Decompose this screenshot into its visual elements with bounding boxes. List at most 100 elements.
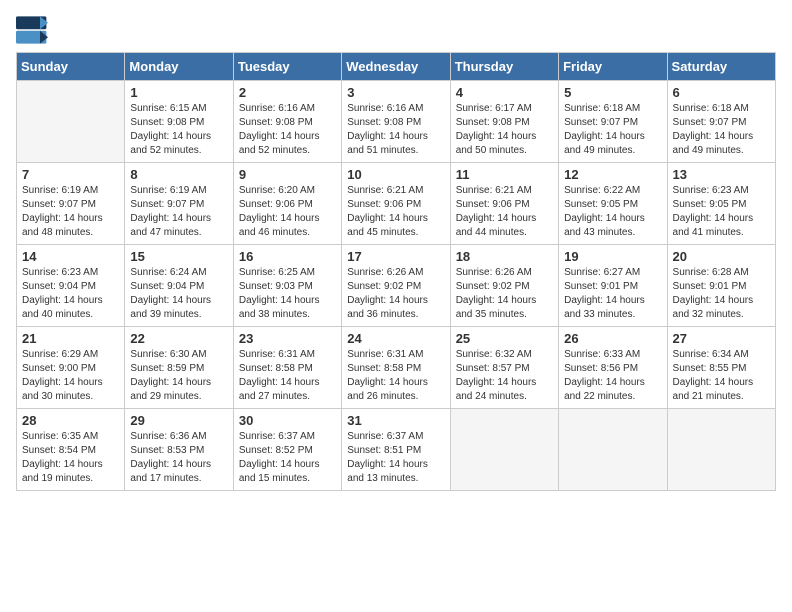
day-detail: Sunrise: 6:29 AMSunset: 9:00 PMDaylight:… <box>22 348 119 404</box>
weekday-header-sunday: Sunday <box>17 53 125 81</box>
day-detail: Sunrise: 6:20 AMSunset: 9:06 PMDaylight:… <box>239 184 336 240</box>
week-row-3: 14 Sunrise: 6:23 AMSunset: 9:04 PMDayligh… <box>17 245 776 327</box>
calendar-cell: 8Sunrise: 6:19 AMSunset: 9:07 PMDaylight… <box>125 163 233 245</box>
day-detail: Sunrise: 6:18 AMSunset: 9:07 PMDaylight:… <box>564 102 661 158</box>
calendar-cell: 4 Sunrise: 6:17 AMSunset: 9:08 PMDaylight… <box>450 81 558 163</box>
day-detail: Sunrise: 6:24 AMSunset: 9:04 PMDaylight:… <box>130 266 227 322</box>
day-number: 19 <box>564 249 661 264</box>
day-detail: Sunrise: 6:35 AMSunset: 8:54 PMDaylight:… <box>22 430 119 486</box>
weekday-header-monday: Monday <box>125 53 233 81</box>
day-detail: Sunrise: 6:28 AMSunset: 9:01 PMDaylight:… <box>673 266 770 322</box>
weekday-header-saturday: Saturday <box>667 53 775 81</box>
calendar-cell: 26 Sunrise: 6:33 AMSunset: 8:56 PMDayligh… <box>559 327 667 409</box>
day-detail: Sunrise: 6:22 AMSunset: 9:05 PMDaylight:… <box>564 184 661 240</box>
calendar-cell: 12 Sunrise: 6:22 AMSunset: 9:05 PMDayligh… <box>559 163 667 245</box>
day-detail: Sunrise: 6:15 AMSunset: 9:08 PMDaylight:… <box>130 102 227 158</box>
weekday-header-wednesday: Wednesday <box>342 53 450 81</box>
day-detail: Sunrise: 6:33 AMSunset: 8:56 PMDaylight:… <box>564 348 661 404</box>
weekday-header-friday: Friday <box>559 53 667 81</box>
day-detail: Sunrise: 6:26 AMSunset: 9:02 PMDaylight:… <box>456 266 553 322</box>
day-number: 31 <box>347 413 444 428</box>
day-detail: Sunrise: 6:32 AMSunset: 8:57 PMDaylight:… <box>456 348 553 404</box>
day-number: 25 <box>456 331 553 346</box>
calendar-cell: 5 Sunrise: 6:18 AMSunset: 9:07 PMDaylight… <box>559 81 667 163</box>
weekday-header-row: SundayMondayTuesdayWednesdayThursdayFrid… <box>17 53 776 81</box>
day-number: 30 <box>239 413 336 428</box>
day-detail: Sunrise: 6:16 AMSunset: 9:08 PMDaylight:… <box>239 102 336 158</box>
calendar: SundayMondayTuesdayWednesdayThursdayFrid… <box>16 52 776 491</box>
day-number: 7 <box>22 167 119 182</box>
calendar-cell: 1 Sunrise: 6:15 AMSunset: 9:08 PMDaylight… <box>125 81 233 163</box>
calendar-cell: 11 Sunrise: 6:21 AMSunset: 9:06 PMDayligh… <box>450 163 558 245</box>
calendar-cell: 9 Sunrise: 6:20 AMSunset: 9:06 PMDaylight… <box>233 163 341 245</box>
day-detail: Sunrise: 6:21 AMSunset: 9:06 PMDaylight:… <box>456 184 553 240</box>
day-detail: Sunrise: 6:23 AMSunset: 9:05 PMDaylight:… <box>673 184 770 240</box>
day-number: 18 <box>456 249 553 264</box>
week-row-4: 21Sunrise: 6:29 AMSunset: 9:00 PMDayligh… <box>17 327 776 409</box>
calendar-cell: 29 Sunrise: 6:36 AMSunset: 8:53 PMDayligh… <box>125 409 233 491</box>
day-detail: Sunrise: 6:19 AMSunset: 9:07 PMDaylight:… <box>130 184 227 240</box>
day-detail: Sunrise: 6:31 AMSunset: 8:58 PMDaylight:… <box>347 348 444 404</box>
calendar-cell: 2Sunrise: 6:16 AMSunset: 9:08 PMDaylight… <box>233 81 341 163</box>
day-number: 28 <box>22 413 119 428</box>
day-number: 29 <box>130 413 227 428</box>
day-detail: Sunrise: 6:18 AMSunset: 9:07 PMDaylight:… <box>673 102 770 158</box>
day-number: 24 <box>347 331 444 346</box>
day-number: 17 <box>347 249 444 264</box>
header <box>16 16 776 44</box>
day-number: 6 <box>673 85 770 100</box>
calendar-cell: 25 Sunrise: 6:32 AMSunset: 8:57 PMDayligh… <box>450 327 558 409</box>
calendar-cell: 27Sunrise: 6:34 AMSunset: 8:55 PMDayligh… <box>667 327 775 409</box>
calendar-cell: 18 Sunrise: 6:26 AMSunset: 9:02 PMDayligh… <box>450 245 558 327</box>
day-number: 5 <box>564 85 661 100</box>
day-number: 9 <box>239 167 336 182</box>
calendar-cell: 21Sunrise: 6:29 AMSunset: 9:00 PMDayligh… <box>17 327 125 409</box>
day-number: 4 <box>456 85 553 100</box>
calendar-cell: 23Sunrise: 6:31 AMSunset: 8:58 PMDayligh… <box>233 327 341 409</box>
day-number: 26 <box>564 331 661 346</box>
logo-icon <box>16 16 48 44</box>
calendar-cell: 14 Sunrise: 6:23 AMSunset: 9:04 PMDayligh… <box>17 245 125 327</box>
calendar-cell: 10Sunrise: 6:21 AMSunset: 9:06 PMDayligh… <box>342 163 450 245</box>
day-detail: Sunrise: 6:21 AMSunset: 9:06 PMDaylight:… <box>347 184 444 240</box>
day-detail: Sunrise: 6:37 AMSunset: 8:51 PMDaylight:… <box>347 430 444 486</box>
day-detail: Sunrise: 6:25 AMSunset: 9:03 PMDaylight:… <box>239 266 336 322</box>
week-row-2: 7 Sunrise: 6:19 AMSunset: 9:07 PMDaylight… <box>17 163 776 245</box>
day-number: 12 <box>564 167 661 182</box>
calendar-cell <box>667 409 775 491</box>
day-number: 13 <box>673 167 770 182</box>
day-detail: Sunrise: 6:30 AMSunset: 8:59 PMDaylight:… <box>130 348 227 404</box>
day-number: 1 <box>130 85 227 100</box>
calendar-cell: 24 Sunrise: 6:31 AMSunset: 8:58 PMDayligh… <box>342 327 450 409</box>
day-detail: Sunrise: 6:26 AMSunset: 9:02 PMDaylight:… <box>347 266 444 322</box>
day-number: 16 <box>239 249 336 264</box>
calendar-cell: 7 Sunrise: 6:19 AMSunset: 9:07 PMDaylight… <box>17 163 125 245</box>
calendar-cell: 31 Sunrise: 6:37 AMSunset: 8:51 PMDayligh… <box>342 409 450 491</box>
calendar-cell: 16 Sunrise: 6:25 AMSunset: 9:03 PMDayligh… <box>233 245 341 327</box>
calendar-cell: 28 Sunrise: 6:35 AMSunset: 8:54 PMDayligh… <box>17 409 125 491</box>
day-number: 3 <box>347 85 444 100</box>
weekday-header-tuesday: Tuesday <box>233 53 341 81</box>
week-row-1: 1 Sunrise: 6:15 AMSunset: 9:08 PMDaylight… <box>17 81 776 163</box>
calendar-cell: 15Sunrise: 6:24 AMSunset: 9:04 PMDayligh… <box>125 245 233 327</box>
day-detail: Sunrise: 6:27 AMSunset: 9:01 PMDaylight:… <box>564 266 661 322</box>
day-detail: Sunrise: 6:17 AMSunset: 9:08 PMDaylight:… <box>456 102 553 158</box>
calendar-cell: 3Sunrise: 6:16 AMSunset: 9:08 PMDaylight… <box>342 81 450 163</box>
calendar-cell: 6 Sunrise: 6:18 AMSunset: 9:07 PMDaylight… <box>667 81 775 163</box>
day-number: 14 <box>22 249 119 264</box>
day-number: 20 <box>673 249 770 264</box>
day-detail: Sunrise: 6:19 AMSunset: 9:07 PMDaylight:… <box>22 184 119 240</box>
calendar-cell: 22Sunrise: 6:30 AMSunset: 8:59 PMDayligh… <box>125 327 233 409</box>
calendar-cell: 19 Sunrise: 6:27 AMSunset: 9:01 PMDayligh… <box>559 245 667 327</box>
weekday-header-thursday: Thursday <box>450 53 558 81</box>
calendar-cell <box>17 81 125 163</box>
day-detail: Sunrise: 6:34 AMSunset: 8:55 PMDaylight:… <box>673 348 770 404</box>
calendar-cell: 17 Sunrise: 6:26 AMSunset: 9:02 PMDayligh… <box>342 245 450 327</box>
day-detail: Sunrise: 6:36 AMSunset: 8:53 PMDaylight:… <box>130 430 227 486</box>
day-detail: Sunrise: 6:23 AMSunset: 9:04 PMDaylight:… <box>22 266 119 322</box>
calendar-cell: 30Sunrise: 6:37 AMSunset: 8:52 PMDayligh… <box>233 409 341 491</box>
calendar-cell <box>559 409 667 491</box>
day-number: 11 <box>456 167 553 182</box>
logo <box>16 16 52 44</box>
day-detail: Sunrise: 6:31 AMSunset: 8:58 PMDaylight:… <box>239 348 336 404</box>
